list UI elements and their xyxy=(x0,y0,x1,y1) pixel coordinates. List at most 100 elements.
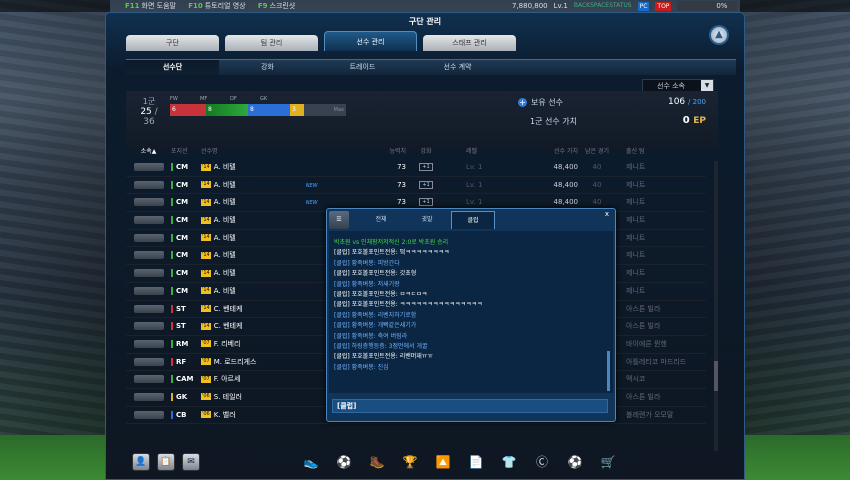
player-position: CAM xyxy=(171,371,201,388)
pos-label-mf: MF xyxy=(200,96,208,102)
chat-tab-whisper[interactable]: 귓말 xyxy=(405,211,449,229)
subtab-contract[interactable]: 선수 계약 xyxy=(411,60,504,75)
tab-staff-management[interactable]: 스태프 관리 xyxy=(423,35,516,51)
origin-team: 볼레렌가 오모말 xyxy=(626,410,674,419)
header-games[interactable]: 남은 경기 xyxy=(578,145,616,159)
chevron-down-icon[interactable]: ▼ xyxy=(701,80,713,91)
trophy-icon[interactable]: 🏆 xyxy=(399,451,421,473)
squad-summary: 1군 25 / 36 FW MF DF GK 6 8 8 3 Max + 보유 … xyxy=(126,91,718,149)
player-name[interactable]: '14 A. 비텔 NEW xyxy=(201,177,366,194)
whistle-icon[interactable]: 👟 xyxy=(300,451,322,473)
affiliation-button[interactable] xyxy=(133,392,164,401)
boot-icon[interactable]: 🥾 xyxy=(366,451,388,473)
notes-icon[interactable]: 📋 xyxy=(157,453,175,471)
club-icon[interactable]: Ⓒ xyxy=(531,451,553,473)
affiliation-button[interactable] xyxy=(133,251,164,260)
cards-icon[interactable]: 📄 xyxy=(465,451,487,473)
shop-cart-icon[interactable]: 🛒 xyxy=(597,451,619,473)
affiliation-button[interactable] xyxy=(133,216,164,225)
affiliation-button[interactable] xyxy=(133,163,164,171)
affiliation-button[interactable] xyxy=(133,180,164,189)
affiliation-button[interactable] xyxy=(133,375,164,384)
chat-tab-all[interactable]: 전체 xyxy=(359,211,403,229)
player-position: CM xyxy=(171,212,201,229)
close-icon[interactable]: x xyxy=(605,210,609,218)
origin-team: 제니트 xyxy=(626,216,646,225)
affiliation-button[interactable] xyxy=(133,357,164,366)
season-badge: '14 xyxy=(201,163,211,171)
chat-input[interactable]: [클럽] xyxy=(332,399,608,413)
jersey-icon[interactable]: 👕 xyxy=(498,451,520,473)
chat-tab-club[interactable]: 클럽 xyxy=(451,211,495,229)
main-tabs: 구단 팀 관리 선수 관리 스태프 관리 xyxy=(126,31,516,51)
subtab-upgrade[interactable]: 강화 xyxy=(221,60,314,75)
tab-player-management[interactable]: 선수 관리 xyxy=(324,31,417,51)
season-badge: '14 xyxy=(201,251,211,259)
affiliation-button-cell xyxy=(126,247,171,264)
origin-team: 제니트 xyxy=(626,286,646,295)
player-name[interactable]: '14 A. 비텔 xyxy=(201,159,366,176)
upgrade-icon[interactable]: 🔼 xyxy=(432,451,454,473)
ball-icon[interactable]: ⚽ xyxy=(333,451,355,473)
list-icon[interactable]: ☰ xyxy=(329,211,349,229)
affiliation-button-cell xyxy=(126,265,171,282)
header-level[interactable]: 레벨 xyxy=(446,145,526,159)
top-badge: TOP xyxy=(655,1,672,11)
affiliation-button[interactable] xyxy=(133,198,164,207)
help-shortcut[interactable]: F11 화면 도움말 xyxy=(125,2,176,10)
table-scrollbar[interactable] xyxy=(714,161,718,451)
progress-percent: 0% xyxy=(677,1,738,11)
season-badge: '14 xyxy=(201,181,211,189)
upgrade-button[interactable]: +1 xyxy=(419,180,433,189)
affiliation-button[interactable] xyxy=(133,286,164,295)
header-upgrade[interactable]: 강화 xyxy=(406,145,446,159)
window-title: 구단 관리 xyxy=(408,17,442,26)
player-position: RM xyxy=(171,336,201,353)
subtab-squad[interactable]: 선수단 xyxy=(126,60,219,75)
affiliation-button[interactable] xyxy=(133,322,164,331)
season-badge: '14 xyxy=(201,269,211,277)
origin-team: 제니트 xyxy=(626,269,646,278)
affiliation-button[interactable] xyxy=(133,269,164,278)
header-value[interactable]: 선수 가치 xyxy=(526,145,578,159)
season-badge: '14 xyxy=(201,216,211,224)
new-badge: NEW xyxy=(305,182,318,189)
upgrade-button[interactable]: +1 xyxy=(419,198,433,207)
upgrade-button[interactable]: +1 xyxy=(419,163,433,171)
table-row[interactable]: CM '14 A. 비텔 73 +1 Lv. 1 48,400 40 제니트 xyxy=(126,159,706,177)
affiliation-button[interactable] xyxy=(133,339,164,348)
table-row[interactable]: CM '14 A. 비텔 NEW 73 +1 Lv. 1 48,400 40 제니트 xyxy=(126,177,706,195)
collapse-up-icon[interactable]: ▲ xyxy=(709,25,729,45)
match-icon[interactable]: ⚽ xyxy=(564,451,586,473)
tutorial-shortcut[interactable]: F10 튜토리얼 영상 xyxy=(188,2,245,10)
header-position[interactable]: 포지션 xyxy=(171,145,201,159)
mail-icon[interactable]: ✉ xyxy=(182,453,200,471)
origin-team: 제니트 xyxy=(626,251,646,260)
squad-value-label: 1군 선수 가치 xyxy=(530,117,577,126)
chat-message: 박초원 vs 인체팡저저적신 2:0로 박초원 승리 xyxy=(334,239,449,246)
chat-messages: 박초원 vs 인체팡저저적신 2:0로 박초원 승리 [클럽] 포호볼포인트전용:… xyxy=(329,231,613,393)
header-team[interactable]: 출신 팀 xyxy=(616,145,706,159)
tab-club[interactable]: 구단 xyxy=(126,35,219,51)
chat-scrollbar[interactable] xyxy=(607,351,610,391)
affiliation-button-cell xyxy=(126,318,171,335)
player-position: ST xyxy=(171,318,201,335)
profile-icon[interactable]: 👤 xyxy=(132,453,150,471)
remaining-games: 40 xyxy=(592,180,602,189)
pos-label-gk: GK xyxy=(260,96,268,102)
header-affiliation[interactable]: 소속▲ xyxy=(126,145,171,159)
affiliation-button[interactable] xyxy=(133,233,164,242)
add-icon[interactable]: + xyxy=(518,98,527,107)
affiliation-button[interactable] xyxy=(133,410,164,419)
chat-message: [클럽] 포호볼포인트전용: ㅋㅋㅋㅋㅋㅋㅋㅋㅋㅋㅋㅋㅋㅋㅋ xyxy=(334,301,483,309)
screenshot-shortcut[interactable]: F9 스크린샷 xyxy=(258,2,295,10)
header-ovr[interactable]: 능력치 xyxy=(366,145,406,159)
squad-count: 1군 25 / 36 xyxy=(140,97,158,127)
header-name[interactable]: 선수명 xyxy=(201,145,366,159)
scroll-thumb[interactable] xyxy=(714,361,718,391)
affiliation-button-cell xyxy=(126,230,171,247)
origin-team: 제니트 xyxy=(626,180,646,189)
affiliation-button[interactable] xyxy=(133,304,164,313)
tab-team-management[interactable]: 팀 관리 xyxy=(225,35,318,51)
subtab-trade[interactable]: 트레이드 xyxy=(316,60,409,75)
